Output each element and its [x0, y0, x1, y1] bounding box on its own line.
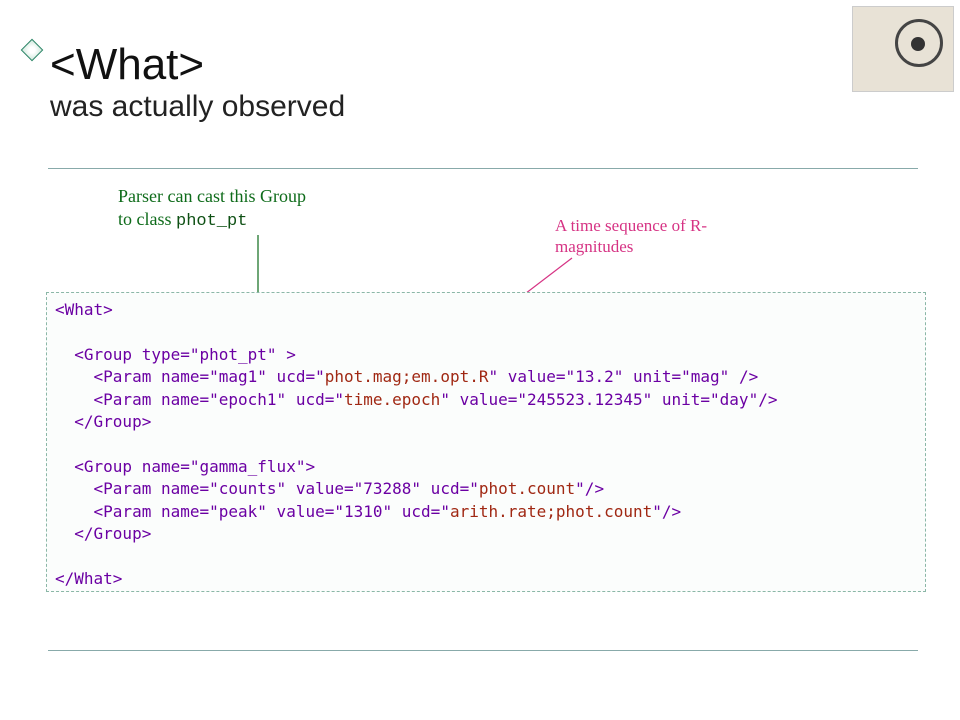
- code-content: <What> <Group type="phot_pt" > <Param na…: [55, 299, 917, 590]
- code-block: <What> <Group type="phot_pt" > <Param na…: [46, 292, 926, 592]
- callout-parser-cast: Parser can cast this Group to class phot…: [118, 185, 306, 232]
- callout-time-sequence: A time sequence of R- magnitudes: [555, 215, 707, 258]
- rule-top: [48, 168, 918, 169]
- title-line1: <What>: [50, 40, 345, 90]
- slide-title: <What> was actually observed: [50, 40, 345, 124]
- title-line2: was actually observed: [50, 90, 345, 124]
- callout-line: to class phot_pt: [118, 208, 306, 232]
- callout-line: A time sequence of R-: [555, 215, 707, 236]
- rule-bottom: [48, 650, 918, 651]
- callout-line: magnitudes: [555, 236, 707, 257]
- callout-line: Parser can cast this Group: [118, 185, 306, 208]
- corner-illustration: [852, 6, 954, 92]
- bullet-ornament: [21, 39, 44, 62]
